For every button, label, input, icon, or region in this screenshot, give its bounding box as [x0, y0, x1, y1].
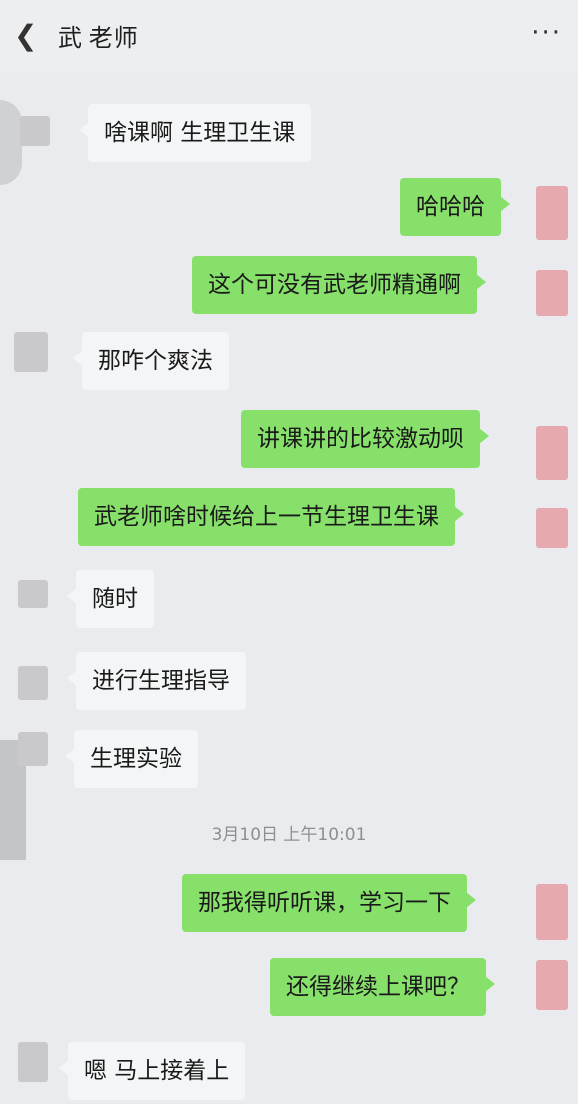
avatar[interactable]: [14, 332, 48, 372]
avatar[interactable]: [536, 960, 568, 1010]
message-bubble-sent[interactable]: 还得继续上课吧？: [270, 958, 495, 1016]
message-bubble-sent[interactable]: 这个可没有武老师精通啊: [192, 256, 486, 314]
avatar[interactable]: [536, 186, 568, 240]
message-bubble-received[interactable]: 那咋个爽法: [73, 332, 229, 390]
more-horizontal-icon[interactable]: ···: [531, 18, 562, 48]
chat-header: ❮ 武 老师 ···: [0, 0, 578, 72]
message-bubble-sent[interactable]: 哈哈哈: [400, 178, 510, 236]
page-edge-shadow: [0, 100, 22, 185]
message-bubble-sent[interactable]: 讲课讲的比较激动呗: [241, 410, 489, 468]
message-bubble-sent[interactable]: 武老师啥时候给上一节生理卫生课: [78, 488, 464, 546]
chat-title: 武 老师: [58, 24, 139, 52]
message-bubble-received[interactable]: 进行生理指导: [67, 652, 246, 710]
message-bubble-received[interactable]: 嗯 马上接着上: [58, 1042, 246, 1100]
message-timestamp: 3月10日 上午10:01: [211, 825, 367, 845]
avatar[interactable]: [536, 426, 568, 480]
avatar[interactable]: [20, 116, 50, 146]
message-bubble-sent[interactable]: 那我得听听课，学习一下: [182, 874, 476, 932]
avatar[interactable]: [536, 884, 568, 940]
message-bubble-received[interactable]: 啥课啊 生理卫生课: [78, 104, 312, 162]
avatar[interactable]: [18, 1042, 48, 1082]
message-bubble-received[interactable]: 随时: [67, 570, 154, 628]
chevron-left-icon[interactable]: ❮: [14, 20, 40, 52]
avatar[interactable]: [536, 270, 568, 316]
avatar[interactable]: [18, 732, 48, 766]
avatar[interactable]: [18, 580, 48, 608]
avatar[interactable]: [536, 508, 568, 548]
avatar[interactable]: [18, 666, 48, 700]
message-bubble-received[interactable]: 生理实验: [65, 730, 198, 788]
